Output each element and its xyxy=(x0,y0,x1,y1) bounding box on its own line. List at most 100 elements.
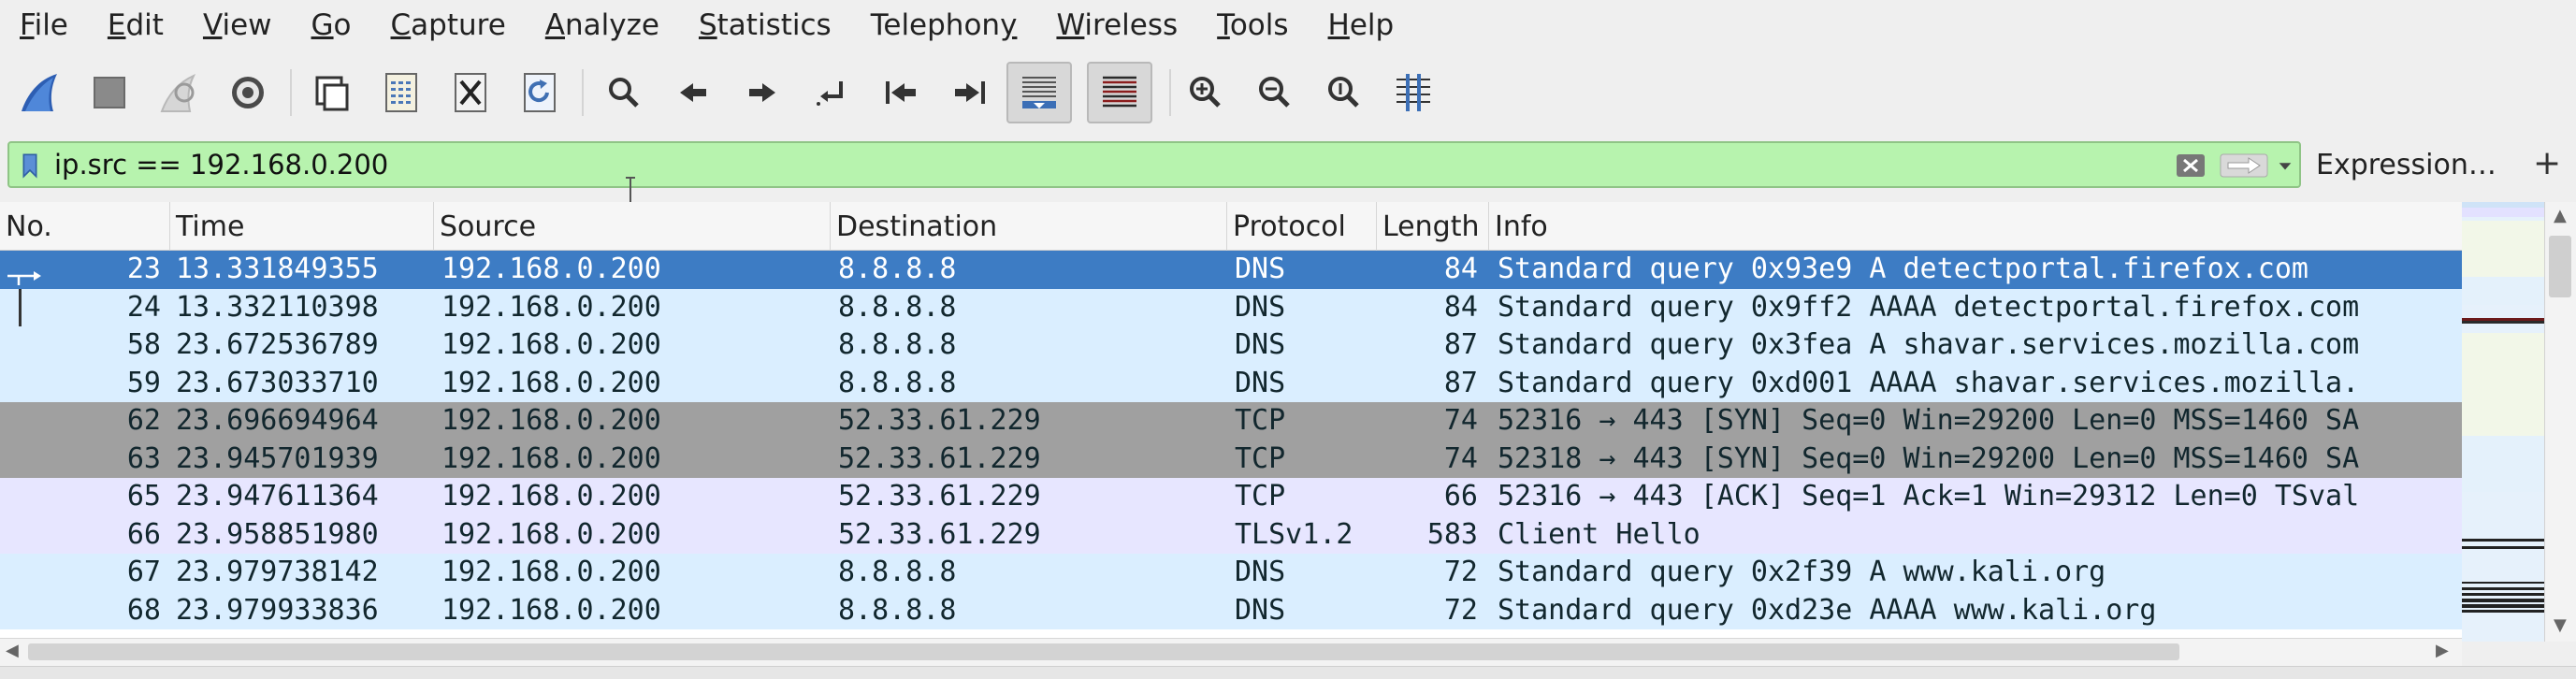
table-row[interactable]: 66 23.958851980 192.168.0.200 52.33.61.229 T… xyxy=(0,515,2462,554)
zoom-out-icon[interactable] xyxy=(1246,62,1304,123)
cell-no: 63 xyxy=(126,441,161,475)
cell-src: 192.168.0.200 xyxy=(441,253,661,285)
menu-item-help[interactable]: Help xyxy=(1309,0,1414,51)
cell-len: 84 xyxy=(1443,290,1478,324)
column-header-length[interactable]: Length xyxy=(1377,202,1489,251)
table-row[interactable]: 67 23.979738142 192.168.0.200 8.8.8.8 DNS 72 S… xyxy=(0,554,2462,592)
close-file-icon[interactable] xyxy=(441,62,499,123)
horizontal-scrollbar[interactable]: ◀ ▶ xyxy=(0,638,2462,666)
column-header-source[interactable]: Source xyxy=(434,202,831,251)
cell-no: 58 xyxy=(126,328,161,361)
apply-filter-icon[interactable] xyxy=(2219,151,2269,181)
go-to-packet-icon[interactable] xyxy=(803,62,861,123)
menu-item-telephony[interactable]: Telephony xyxy=(851,0,1037,51)
packet-list-header: No. Time Source Destination Protocol Len… xyxy=(0,202,2462,251)
scroll-down-icon[interactable]: ▼ xyxy=(2554,612,2567,640)
cell-src: 192.168.0.200 xyxy=(441,404,661,437)
table-row[interactable]: 59 23.673033710 192.168.0.200 8.8.8.8 DNS 87 S… xyxy=(0,364,2462,402)
menu-item-wireless[interactable]: Wireless xyxy=(1036,0,1197,51)
cell-time: 23.947611364 xyxy=(176,480,379,513)
menu-item-file[interactable]: File xyxy=(0,0,88,51)
autoscroll-icon[interactable] xyxy=(1006,62,1072,123)
cell-len: 87 xyxy=(1443,366,1478,399)
cell-proto: TLSv1.2 xyxy=(1235,517,1353,551)
menu-item-analyze[interactable]: Analyze xyxy=(526,0,679,51)
expression-button[interactable]: Expression… xyxy=(2316,147,2496,184)
table-row[interactable]: 24 13.332110398 192.168.0.200 8.8.8.8 DNS 84 S… xyxy=(0,288,2462,326)
normal-size-icon[interactable] xyxy=(1315,62,1373,123)
related-packet-line-icon xyxy=(19,288,22,326)
display-filter-input[interactable]: ip.src == 192.168.0.200 xyxy=(7,141,2301,188)
column-header-no[interactable]: No. xyxy=(0,202,170,251)
cell-proto: DNS xyxy=(1235,290,1286,324)
menu-item-go[interactable]: Go xyxy=(292,0,371,51)
cell-proto: TCP xyxy=(1235,441,1286,475)
table-row[interactable]: 62 23.696694964 192.168.0.200 52.33.61.229 T… xyxy=(0,402,2462,441)
cell-proto: DNS xyxy=(1235,253,1286,285)
menu-item-capture[interactable]: Capture xyxy=(371,0,526,51)
column-header-destination[interactable]: Destination xyxy=(831,202,1227,251)
restart-capture-icon[interactable] xyxy=(150,62,208,123)
go-first-packet-icon[interactable] xyxy=(872,62,930,123)
add-filter-button[interactable]: + xyxy=(2533,145,2561,182)
vertical-scrollbar[interactable]: ▲ ▼ xyxy=(2544,202,2576,642)
capture-options-icon[interactable] xyxy=(219,62,277,123)
go-back-icon[interactable] xyxy=(664,62,722,123)
packet-minimap[interactable] xyxy=(2462,202,2544,642)
cell-info: Standard query 0xd23e AAAA www.kali.org xyxy=(1498,593,2157,627)
filter-history-dropdown-icon[interactable] xyxy=(2273,151,2297,181)
zoom-in-icon[interactable] xyxy=(1177,62,1235,123)
open-file-icon[interactable] xyxy=(303,62,361,123)
column-header-info[interactable]: Info xyxy=(1489,202,2462,251)
cell-time: 23.672536789 xyxy=(176,328,379,361)
cell-time: 23.673033710 xyxy=(176,366,379,399)
cell-dst: 52.33.61.229 xyxy=(838,441,1041,475)
cell-dst: 52.33.61.229 xyxy=(838,480,1041,513)
cell-proto: TCP xyxy=(1235,404,1286,437)
menu-item-edit[interactable]: Edit xyxy=(88,0,183,51)
scroll-left-icon[interactable]: ◀ xyxy=(6,637,19,665)
cell-src: 192.168.0.200 xyxy=(441,593,661,627)
column-header-protocol[interactable]: Protocol xyxy=(1227,202,1377,251)
reload-file-icon[interactable] xyxy=(511,62,569,123)
stop-capture-icon[interactable] xyxy=(80,62,138,123)
cell-proto: TCP xyxy=(1235,480,1286,513)
cell-dst: 8.8.8.8 xyxy=(838,253,957,285)
scroll-right-icon[interactable]: ▶ xyxy=(2436,637,2449,665)
display-filter-bar: ip.src == 192.168.0.200 Expression… + xyxy=(0,137,2576,194)
cell-dst: 52.33.61.229 xyxy=(838,404,1041,437)
menu-item-statistics[interactable]: Statistics xyxy=(679,0,851,51)
cell-src: 192.168.0.200 xyxy=(441,290,661,324)
cell-no: 24 xyxy=(126,290,161,324)
cell-src: 192.168.0.200 xyxy=(441,328,661,361)
table-row[interactable]: 63 23.945701939 192.168.0.200 52.33.61.229 T… xyxy=(0,440,2462,478)
vertical-scroll-thumb[interactable] xyxy=(2549,236,2571,297)
shark-fin-start-capture-icon[interactable] xyxy=(11,62,69,123)
table-row-selected[interactable]: 23 13.331849355 192.168.0.200 8.8.8.8 DNS 84 S… xyxy=(0,251,2462,289)
go-last-packet-icon[interactable] xyxy=(941,62,999,123)
clear-filter-icon[interactable] xyxy=(2175,151,2207,181)
menu-item-view[interactable]: View xyxy=(183,0,292,51)
cell-src: 192.168.0.200 xyxy=(441,441,661,475)
filter-text[interactable]: ip.src == 192.168.0.200 xyxy=(54,143,388,186)
colorize-icon[interactable] xyxy=(1087,62,1152,123)
cell-proto: DNS xyxy=(1235,593,1286,627)
cell-len: 87 xyxy=(1443,328,1478,361)
pane-splitter[interactable] xyxy=(0,666,2576,679)
table-row[interactable]: 68 23.979933836 192.168.0.200 8.8.8.8 DNS 72 S… xyxy=(0,591,2462,629)
horizontal-scroll-thumb[interactable] xyxy=(28,643,2179,660)
cell-len: 66 xyxy=(1443,480,1478,513)
table-row[interactable]: 58 23.672536789 192.168.0.200 8.8.8.8 DNS 87 S… xyxy=(0,326,2462,365)
cell-no: 67 xyxy=(126,556,161,588)
bookmark-icon[interactable] xyxy=(19,151,41,181)
column-header-time[interactable]: Time xyxy=(170,202,434,251)
go-forward-icon[interactable] xyxy=(733,62,791,123)
menu-item-tools[interactable]: Tools xyxy=(1197,0,1308,51)
scroll-up-icon[interactable]: ▲ xyxy=(2554,202,2567,230)
find-packet-icon[interactable] xyxy=(595,62,653,123)
menu-bar: File Edit View Go Capture Analyze Statistics Te… xyxy=(0,0,2576,51)
save-file-icon[interactable] xyxy=(372,62,430,123)
table-row[interactable]: 65 23.947611364 192.168.0.200 52.33.61.229 T… xyxy=(0,478,2462,516)
cell-len: 74 xyxy=(1443,441,1478,475)
resize-columns-icon[interactable] xyxy=(1384,62,1442,123)
